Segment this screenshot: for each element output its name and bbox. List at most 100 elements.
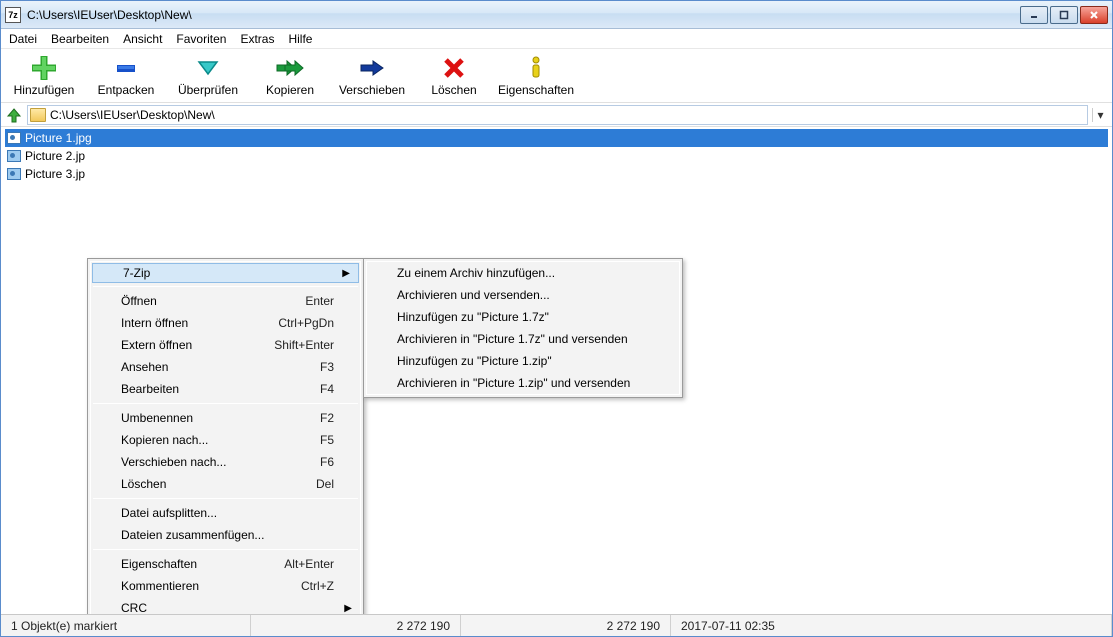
ctx-shortcut: Alt+Enter — [284, 557, 334, 571]
minimize-button[interactable] — [1020, 6, 1048, 24]
move-arrow-icon — [359, 55, 385, 81]
ctx-copy-to[interactable]: Kopieren nach... F5 — [91, 429, 360, 451]
add-button[interactable]: Hinzufügen — [3, 51, 85, 101]
copy-arrow-icon — [275, 55, 305, 81]
delete-button[interactable]: Löschen — [413, 51, 495, 101]
properties-button[interactable]: Eigenschaften — [495, 51, 577, 101]
ctx-shortcut: Shift+Enter — [274, 338, 334, 352]
image-file-icon — [7, 168, 21, 180]
ctx-compress-7z-email[interactable]: Archivieren in "Picture 1.7z" und versen… — [367, 328, 679, 350]
ctx-label: Umbenennen — [121, 411, 193, 425]
statusbar: 1 Objekt(e) markiert 2 272 190 2 272 190… — [1, 614, 1112, 636]
path-combobox[interactable]: C:\Users\IEUser\Desktop\New\ — [27, 105, 1088, 125]
menu-file[interactable]: Datei — [9, 32, 37, 46]
folder-icon — [30, 108, 46, 122]
test-label: Überprüfen — [178, 83, 238, 97]
ctx-add-to-archive[interactable]: Zu einem Archiv hinzufügen... — [367, 262, 679, 284]
context-submenu-7zip: Zu einem Archiv hinzufügen... Archiviere… — [363, 258, 683, 398]
ctx-label: Dateien zusammenfügen... — [121, 528, 264, 542]
file-list[interactable]: Picture 1.jpg Picture 2.jp Picture 3.jp … — [1, 127, 1112, 614]
ctx-shortcut: Enter — [305, 294, 334, 308]
copy-button[interactable]: Kopieren — [249, 51, 331, 101]
ctx-delete[interactable]: Löschen Del — [91, 473, 360, 495]
separator — [93, 549, 358, 550]
ctx-open-outside[interactable]: Extern öffnen Shift+Enter — [91, 334, 360, 356]
ctx-open[interactable]: Öffnen Enter — [91, 290, 360, 312]
menu-help[interactable]: Hilfe — [288, 32, 312, 46]
test-button[interactable]: Überprüfen — [167, 51, 249, 101]
file-row[interactable]: Picture 2.jp — [5, 147, 1108, 165]
ctx-label: Archivieren in "Picture 1.7z" und versen… — [397, 332, 628, 346]
ctx-label: Verschieben nach... — [121, 455, 226, 469]
move-label: Verschieben — [339, 83, 405, 97]
ctx-shortcut: Ctrl+Z — [301, 579, 334, 593]
image-file-icon — [7, 150, 21, 162]
ctx-compress-email[interactable]: Archivieren und versenden... — [367, 284, 679, 306]
ctx-label: Kopieren nach... — [121, 433, 208, 447]
ctx-label: Eigenschaften — [121, 557, 197, 571]
path-dropdown-button[interactable]: ▾ — [1092, 108, 1108, 122]
ctx-open-inside[interactable]: Intern öffnen Ctrl+PgDn — [91, 312, 360, 334]
ctx-edit[interactable]: Bearbeiten F4 — [91, 378, 360, 400]
properties-label: Eigenschaften — [498, 83, 574, 97]
maximize-button[interactable] — [1050, 6, 1078, 24]
ctx-split[interactable]: Datei aufsplitten... — [91, 502, 360, 524]
ctx-label: Zu einem Archiv hinzufügen... — [397, 266, 555, 280]
ctx-label: Archivieren und versenden... — [397, 288, 550, 302]
menu-edit[interactable]: Bearbeiten — [51, 32, 109, 46]
window-title: C:\Users\IEUser\Desktop\New\ — [27, 8, 1020, 22]
menu-view[interactable]: Ansicht — [123, 32, 162, 46]
extract-button[interactable]: Entpacken — [85, 51, 167, 101]
titlebar[interactable]: 7z C:\Users\IEUser\Desktop\New\ — [1, 1, 1112, 29]
add-label: Hinzufügen — [14, 83, 75, 97]
up-button[interactable] — [5, 106, 23, 124]
ctx-crc[interactable]: CRC ▶ — [91, 597, 360, 614]
extract-label: Entpacken — [98, 83, 155, 97]
ctx-shortcut: F6 — [320, 455, 334, 469]
ctx-rename[interactable]: Umbenennen F2 — [91, 407, 360, 429]
file-row[interactable]: Picture 1.jpg — [5, 129, 1108, 147]
ctx-shortcut: F3 — [320, 360, 334, 374]
move-button[interactable]: Verschieben — [331, 51, 413, 101]
ctx-7zip[interactable]: 7-Zip ▶ — [92, 263, 359, 283]
ctx-combine[interactable]: Dateien zusammenfügen... — [91, 524, 360, 546]
ctx-label: Intern öffnen — [121, 316, 188, 330]
window-controls — [1020, 6, 1108, 24]
ctx-label: Löschen — [121, 477, 166, 491]
separator — [93, 498, 358, 499]
image-file-icon — [7, 132, 21, 144]
ctx-move-to[interactable]: Verschieben nach... F6 — [91, 451, 360, 473]
toolbar: Hinzufügen Entpacken Überprüfen Kopieren… — [1, 49, 1112, 103]
menu-extras[interactable]: Extras — [240, 32, 274, 46]
ctx-add-to-7z[interactable]: Hinzufügen zu "Picture 1.7z" — [367, 306, 679, 328]
close-icon — [1089, 10, 1099, 20]
ctx-comment[interactable]: Kommentieren Ctrl+Z — [91, 575, 360, 597]
ctx-shortcut: F5 — [320, 433, 334, 447]
file-row[interactable]: Picture 3.jp — [5, 165, 1108, 183]
ctx-label: Öffnen — [121, 294, 157, 308]
app-icon: 7z — [5, 7, 21, 23]
ctx-add-to-zip[interactable]: Hinzufügen zu "Picture 1.zip" — [367, 350, 679, 372]
status-size-2: 2 272 190 — [461, 615, 671, 636]
context-menu: 7-Zip ▶ Öffnen Enter Intern öffnen Ctrl+… — [87, 258, 364, 614]
menu-favorites[interactable]: Favoriten — [176, 32, 226, 46]
ctx-view[interactable]: Ansehen F3 — [91, 356, 360, 378]
ctx-label: Hinzufügen zu "Picture 1.7z" — [397, 310, 549, 324]
chevron-right-icon: ▶ — [342, 268, 350, 279]
maximize-icon — [1059, 10, 1069, 20]
ctx-shortcut: Del — [316, 477, 334, 491]
ctx-label: Datei aufsplitten... — [121, 506, 217, 520]
separator — [93, 286, 358, 287]
ctx-label: Ansehen — [121, 360, 168, 374]
ctx-properties[interactable]: Eigenschaften Alt+Enter — [91, 553, 360, 575]
ctx-shortcut: F2 — [320, 411, 334, 425]
close-button[interactable] — [1080, 6, 1108, 24]
ctx-label: Bearbeiten — [121, 382, 179, 396]
x-icon — [443, 55, 465, 81]
chevron-down-icon: ▾ — [1097, 108, 1103, 122]
ctx-compress-zip-email[interactable]: Archivieren in "Picture 1.zip" und verse… — [367, 372, 679, 394]
ctx-label: Kommentieren — [121, 579, 199, 593]
status-size-1: 2 272 190 — [251, 615, 461, 636]
plus-icon — [32, 55, 56, 81]
copy-label: Kopieren — [266, 83, 314, 97]
